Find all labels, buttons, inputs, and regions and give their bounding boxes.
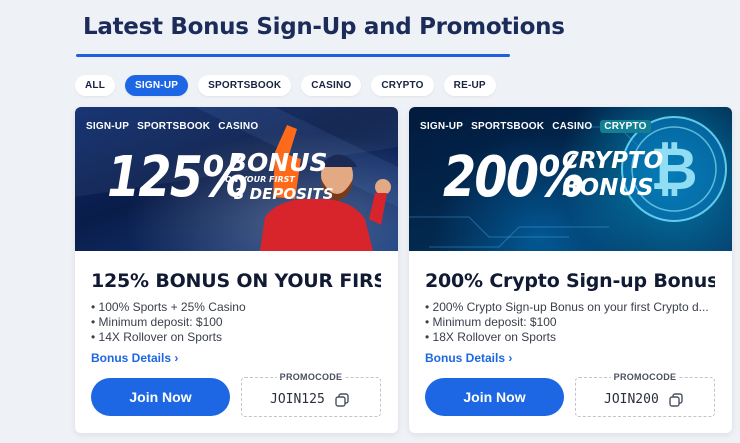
promocode-box[interactable]: PROMOCODE JOIN200 [575,372,715,417]
card-tags: SIGN-UP SPORTSBOOK CASINO [86,121,258,132]
bullet-item: 100% Sports + 25% Casino [91,300,386,315]
banner-word: BONUS [228,148,328,177]
tag: SPORTSBOOK [137,121,211,132]
bonus-bullets: 100% Sports + 25% Casino Minimum deposit… [91,300,386,345]
promo-card-125: SIGN-UP SPORTSBOOK CASINO 125% BONUS ON … [75,107,398,433]
banner-word: CRYPTO [562,148,664,174]
banner-word: BONUS [562,175,654,201]
join-now-button[interactable]: Join Now [425,378,564,416]
copy-icon[interactable] [334,392,350,408]
promocode-value: JOIN125 [270,392,325,407]
tag: CASINO [218,121,259,132]
bullet-item: Minimum deposit: $100 [91,315,386,330]
filter-chip-all[interactable]: ALL [75,75,116,96]
join-now-button[interactable]: Join Now [91,378,230,416]
promocode-label: PROMOCODE [276,372,346,382]
tag: SIGN-UP [420,121,464,132]
bonus-bullets: 200% Crypto Sign-up Bonus on your first … [425,300,720,345]
promocode-value: JOIN200 [604,392,659,407]
title-underline [76,54,510,57]
promo-card-200: ₿ SIGN-UP SPORTSBOOK CASINO CRYPTO 200% … [409,107,732,433]
tag-highlighted: CRYPTO [600,120,651,133]
bullet-item: 14X Rollover on Sports [91,330,386,345]
filter-bar: ALL SIGN-UP SPORTSBOOK CASINO CRYPTO RE-… [75,75,496,96]
card-title[interactable]: 125% BONUS ON YOUR FIRS... [91,270,381,292]
filter-chip-crypto[interactable]: CRYPTO [371,75,434,96]
promo-banner[interactable]: SIGN-UP SPORTSBOOK CASINO 125% BONUS ON … [75,107,398,251]
page-title: Latest Bonus Sign-Up and Promotions [83,14,565,40]
bonus-details-link[interactable]: Bonus Details › [91,351,178,365]
filter-chip-re-up[interactable]: RE-UP [443,75,496,96]
promocode-box[interactable]: PROMOCODE JOIN125 [241,372,381,417]
card-title[interactable]: 200% Crypto Sign-up Bonus [425,270,715,292]
banner-subtext: ON YOUR FIRST [225,175,295,184]
promocode-label: PROMOCODE [610,372,680,382]
filter-chip-sign-up[interactable]: SIGN-UP [125,75,189,96]
bullet-item: 18X Rollover on Sports [425,330,720,345]
copy-icon[interactable] [668,392,684,408]
tag: SIGN-UP [86,121,130,132]
tag: CASINO [552,121,593,132]
bonus-details-link[interactable]: Bonus Details › [425,351,512,365]
filter-chip-sportsbook[interactable]: SPORTSBOOK [198,75,292,96]
banner-subtext: 3 DEPOSITS [234,185,334,203]
card-tags: SIGN-UP SPORTSBOOK CASINO CRYPTO [420,120,651,133]
bullet-item: Minimum deposit: $100 [425,315,720,330]
promo-banner[interactable]: ₿ SIGN-UP SPORTSBOOK CASINO CRYPTO 200% … [409,107,732,251]
filter-chip-casino[interactable]: CASINO [301,75,362,96]
bullet-item: 200% Crypto Sign-up Bonus on your first … [425,300,720,315]
tag: SPORTSBOOK [471,121,545,132]
